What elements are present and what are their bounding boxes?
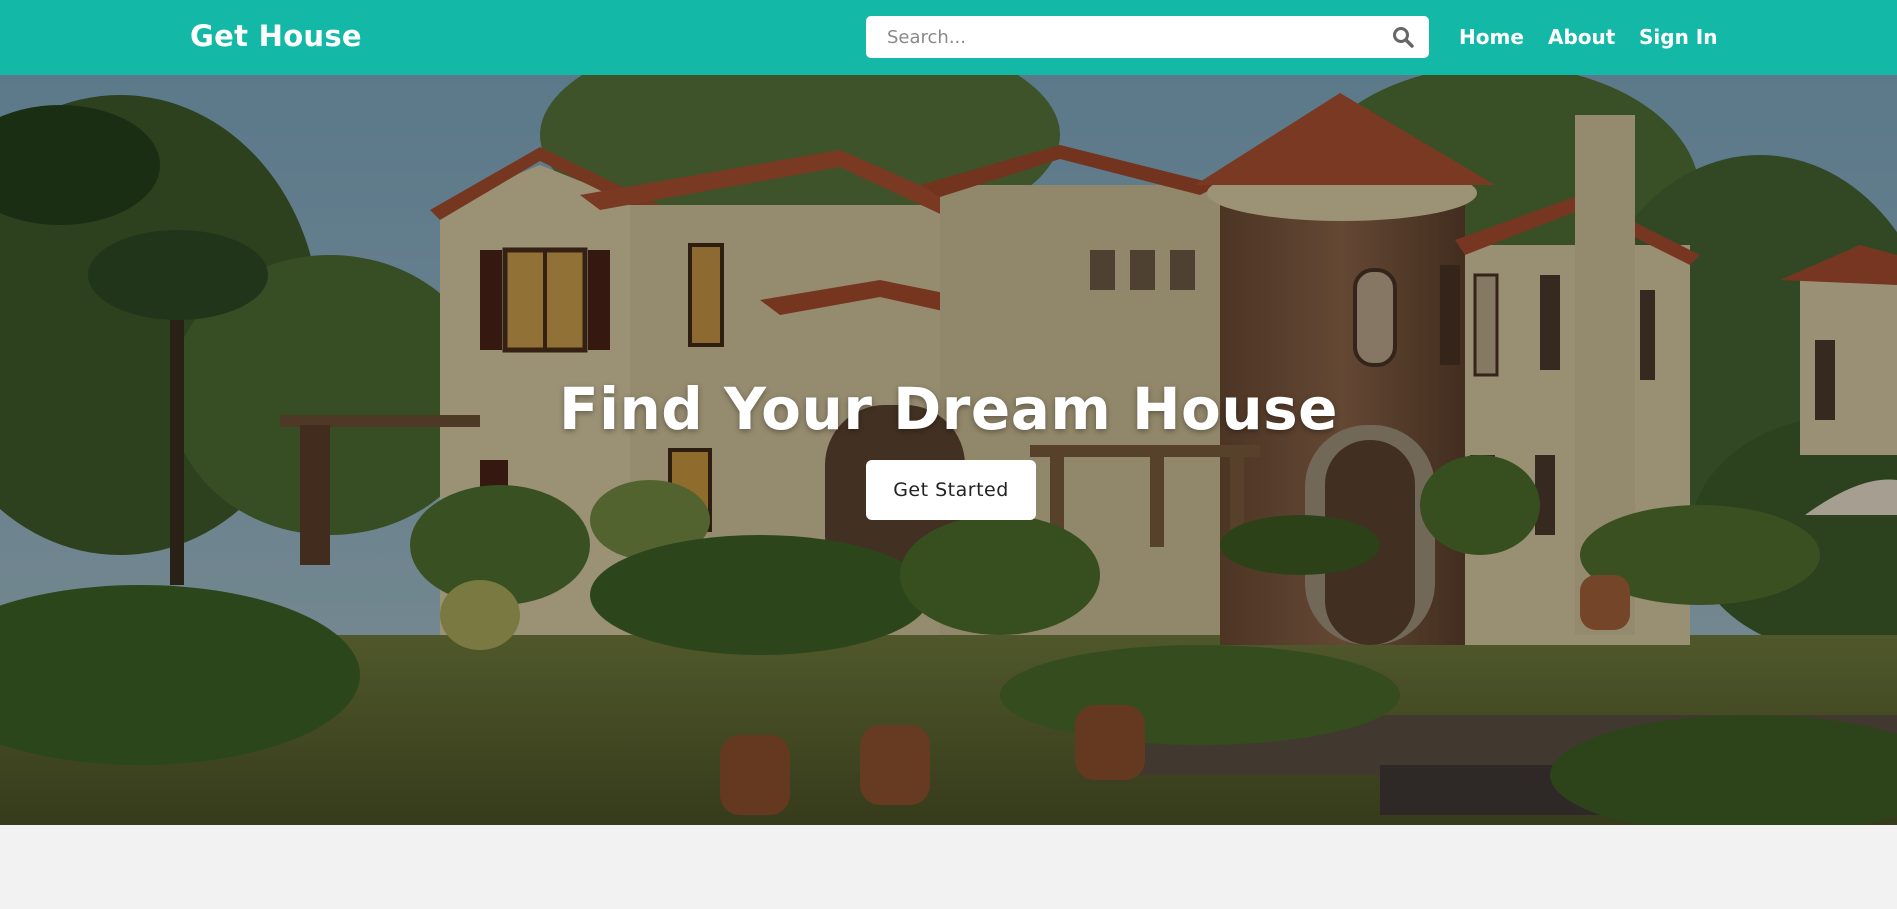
get-started-button[interactable]: Get Started — [866, 460, 1036, 520]
brand-logo-text[interactable]: Get House — [190, 19, 362, 53]
hero-section: Find Your Dream House Get Started — [0, 75, 1897, 825]
search-input[interactable] — [866, 16, 1376, 58]
hero-overlay — [0, 75, 1897, 825]
top-navbar: Get House Home About Sign In — [0, 0, 1897, 75]
hero-title: Find Your Dream House — [559, 375, 1338, 443]
nav-sign-in-link[interactable]: Sign In — [1639, 25, 1717, 49]
nav-about-link[interactable]: About — [1548, 25, 1615, 49]
search-bar — [866, 16, 1429, 58]
search-icon[interactable] — [1391, 25, 1415, 49]
content-area — [0, 825, 1897, 909]
nav-home-link[interactable]: Home — [1459, 25, 1524, 49]
